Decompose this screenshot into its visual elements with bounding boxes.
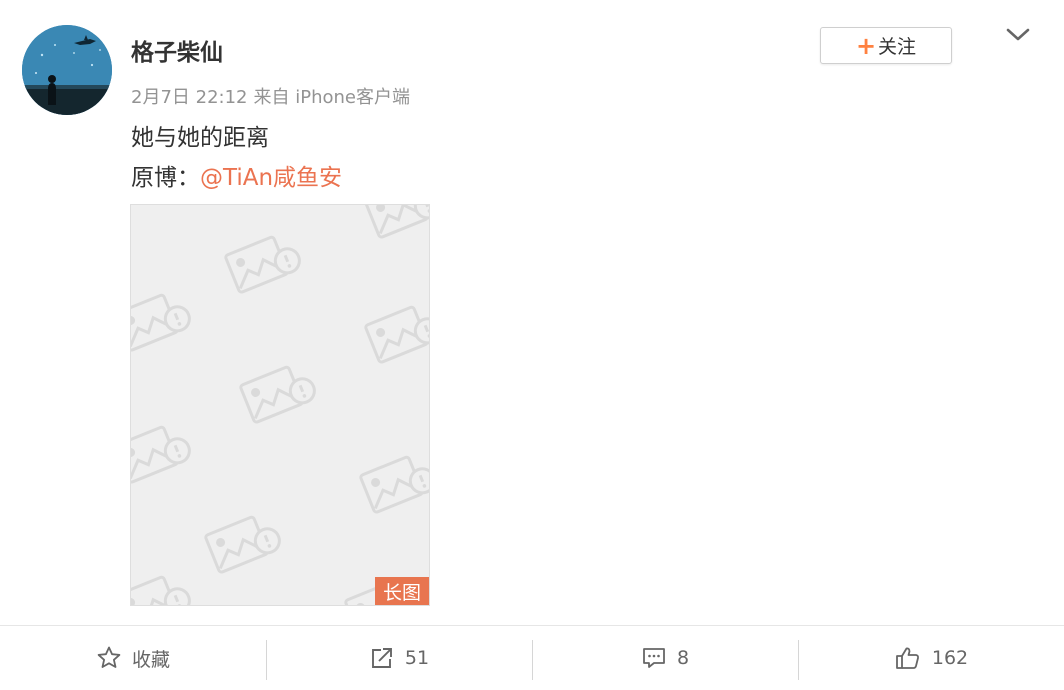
author-name[interactable]: 格子柴仙 — [131, 33, 223, 67]
like-button[interactable]: 162 — [798, 626, 1064, 690]
image-placeholder-icon — [131, 205, 429, 605]
avatar[interactable] — [22, 25, 112, 115]
long-image-badge: 长图 — [375, 577, 429, 605]
star-icon — [97, 646, 121, 668]
comment-count: 8 — [676, 647, 690, 669]
follow-label: 关注 — [878, 36, 917, 58]
repost-line: 原博：@TiAn咸鱼安 — [131, 158, 342, 192]
mention-link[interactable]: @TiAn咸鱼安 — [200, 165, 342, 191]
comment-icon — [643, 648, 665, 668]
post-source: 来自 iPhone客户端 — [253, 87, 410, 108]
plus-icon: + — [855, 31, 877, 60]
share-icon — [371, 648, 392, 668]
post-date[interactable]: 2月7日 22:12 — [131, 87, 248, 108]
repost-button[interactable]: 51 — [266, 626, 532, 690]
thumbs-up-icon — [895, 647, 919, 669]
comment-button[interactable]: 8 — [532, 626, 798, 690]
favorite-label: 收藏 — [131, 648, 170, 671]
repost-count: 51 — [404, 647, 430, 669]
like-count: 162 — [931, 647, 969, 669]
follow-button[interactable]: + 关注 — [820, 27, 952, 64]
post-image[interactable]: 长图 — [130, 204, 430, 606]
avatar-image — [22, 25, 112, 115]
chevron-down-icon[interactable] — [1003, 22, 1033, 46]
favorite-button[interactable]: 收藏 — [0, 626, 266, 690]
repost-prefix: 原博： — [131, 165, 200, 191]
post-text: 她与她的距离 — [131, 125, 269, 151]
action-bar: 收藏 51 8 162 — [0, 626, 1064, 690]
post-meta: 2月7日 22:12 来自 iPhone客户端 — [131, 83, 410, 109]
